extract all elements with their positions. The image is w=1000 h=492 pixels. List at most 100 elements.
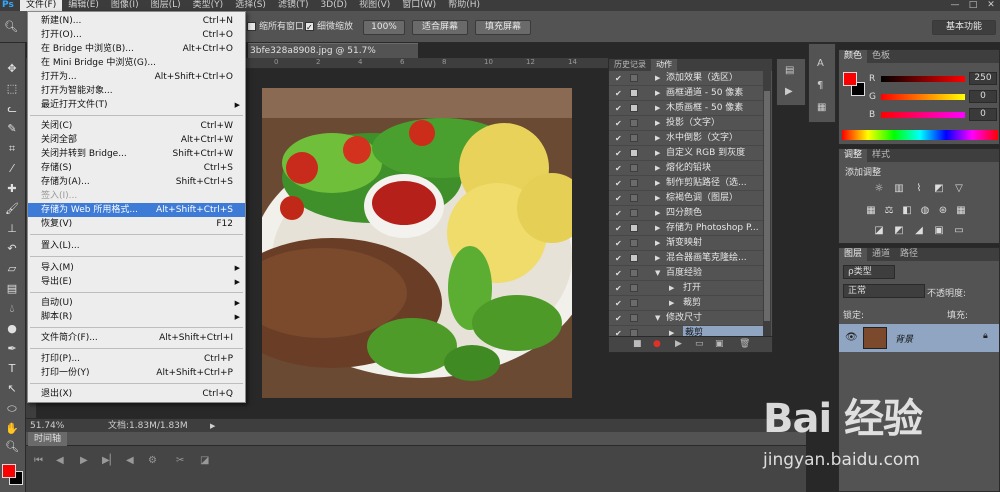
timeline-tab[interactable]: 时间轴 <box>28 432 68 446</box>
menu-item-browse-bridge[interactable]: 在 Bridge 中浏览(B)... Alt+Ctrl+O <box>28 42 245 56</box>
actions-scroll-thumb[interactable] <box>764 91 770 321</box>
blue-slider[interactable] <box>881 112 965 118</box>
menu-item-place[interactable]: 置入(L)... <box>28 239 245 253</box>
first-frame-icon[interactable]: ⏮ <box>34 455 43 466</box>
canvas-image[interactable] <box>262 88 572 398</box>
menu-3d[interactable]: 3D(D) <box>314 0 353 11</box>
settings-gear-icon[interactable]: ⚙ <box>148 455 157 466</box>
move-tool-icon[interactable]: ✥ <box>4 61 20 77</box>
color-balance-icon[interactable]: ⚖ <box>883 205 895 217</box>
eraser-tool-icon[interactable]: ▱ <box>4 261 20 277</box>
menu-layer[interactable]: 图层(L) <box>145 0 187 11</box>
menu-item-scripts[interactable]: 脚本(R) ▶ <box>28 310 245 324</box>
crop-tool-icon[interactable]: ⌗ <box>4 141 20 157</box>
photo-filter-icon[interactable]: ◍ <box>919 205 931 217</box>
new-set-icon[interactable]: ▭ <box>695 339 704 349</box>
menu-item-new[interactable]: 新建(N)... Ctrl+N <box>28 14 245 28</box>
fill-screen-button[interactable]: 填充屏幕 <box>475 20 531 35</box>
red-value-input[interactable]: 250 <box>969 72 997 85</box>
tab-layers[interactable]: 图层 <box>839 248 868 261</box>
tab-color[interactable]: 颜色 <box>839 50 868 63</box>
action-row[interactable]: ✔ ▼ 修改尺寸 <box>609 311 764 326</box>
gradient-map-icon[interactable]: ▭ <box>953 225 965 237</box>
action-row[interactable]: ✔ ▶ 渐变映射 <box>609 236 764 251</box>
character-panel-icon[interactable]: A <box>817 58 824 69</box>
menu-window[interactable]: 窗口(W) <box>396 0 442 11</box>
action-row[interactable]: ✔ ▶ 棕褐色调（图层） <box>609 191 764 206</box>
green-value-input[interactable]: 0 <box>969 90 997 103</box>
transition-icon[interactable]: ◪ <box>200 455 209 466</box>
selective-color-icon[interactable]: ▣ <box>933 225 945 237</box>
menu-item-import[interactable]: 导入(M) ▶ <box>28 261 245 275</box>
tab-actions[interactable]: 动作 <box>651 59 677 71</box>
actions-panel-icon[interactable]: ▶ <box>785 86 793 97</box>
healing-brush-tool-icon[interactable]: ✚ <box>4 181 20 197</box>
action-row[interactable]: ✔ ▶ 水中倒影（文字） <box>609 131 764 146</box>
menu-item-print-one-copy[interactable]: 打印一份(Y) Alt+Shift+Ctrl+P <box>28 366 245 380</box>
menu-view[interactable]: 视图(V) <box>353 0 396 11</box>
resize-all-windows-option[interactable]: 缩所有窗口 <box>247 21 304 34</box>
history-brush-tool-icon[interactable]: ↶ <box>4 241 20 257</box>
tab-paths[interactable]: 路径 <box>895 248 923 261</box>
action-row[interactable]: ✔ ▶ 画框通道 - 50 像素 <box>609 86 764 101</box>
menu-item-open[interactable]: 打开(O)... Ctrl+O <box>28 28 245 42</box>
dodge-tool-icon[interactable]: ● <box>4 321 20 337</box>
menu-item-exit[interactable]: 退出(X) Ctrl+Q <box>28 387 245 401</box>
menu-item-recent-files[interactable]: 最近打开文件(T) ▶ <box>28 98 245 112</box>
invert-icon[interactable]: ◪ <box>873 225 885 237</box>
lasso-tool-icon[interactable]: ᓚ <box>4 101 20 117</box>
curves-icon[interactable]: ⌇ <box>913 183 925 195</box>
hand-tool-icon[interactable]: ✋ <box>4 421 20 437</box>
tab-history[interactable]: 历史记录 <box>609 59 651 71</box>
action-row[interactable]: ✔ ▶ 存储为 Photoshop P... <box>609 221 764 236</box>
layer-row-background[interactable]: 👁︎ 背景 🔒︎ <box>839 324 999 352</box>
prev-frame-icon[interactable]: ◀ <box>56 455 64 466</box>
color-spectrum-ramp[interactable] <box>842 130 998 140</box>
zoom-tool-icon[interactable]: 🔍︎ <box>3 19 19 35</box>
quick-select-tool-icon[interactable]: ✎ <box>4 121 20 137</box>
vibrance-icon[interactable]: ▽ <box>953 183 965 195</box>
menu-item-save-as[interactable]: 存储为(A)... Shift+Ctrl+S <box>28 175 245 189</box>
zoom-level[interactable]: 51.74% <box>30 419 64 433</box>
menu-item-file-info[interactable]: 文件简介(F)... Alt+Shift+Ctrl+I <box>28 331 245 345</box>
minimize-button[interactable]: — <box>946 0 964 11</box>
close-window-button[interactable]: ✕ <box>982 0 1000 11</box>
split-scissors-icon[interactable]: ✂ <box>176 455 184 466</box>
tab-adjustments[interactable]: 调整 <box>839 149 868 162</box>
next-frame-icon[interactable]: ▶︎▏ <box>102 455 117 466</box>
action-step-row[interactable]: ✔ ▶ 裁剪 <box>609 296 764 311</box>
menu-type[interactable]: 类型(Y) <box>187 0 230 11</box>
channel-mixer-icon[interactable]: ⊛ <box>937 205 949 217</box>
red-slider[interactable] <box>881 76 965 82</box>
menu-item-automate[interactable]: 自动(U) ▶ <box>28 296 245 310</box>
brush-tool-icon[interactable]: 🖌︎ <box>4 201 20 217</box>
action-set-row[interactable]: ✔ ▼ 百度经验 <box>609 266 764 281</box>
action-step-row[interactable]: ✔ ▶ 打开 <box>609 281 764 296</box>
brightness-icon[interactable]: ☼ <box>873 183 885 195</box>
menu-item-browse-mini-bridge[interactable]: 在 Mini Bridge 中浏览(G)... <box>28 56 245 70</box>
menu-item-open-smart-object[interactable]: 打开为智能对象... <box>28 84 245 98</box>
play-icon[interactable]: ▶ <box>80 455 88 466</box>
exposure-icon[interactable]: ◩ <box>933 183 945 195</box>
color-foreground-swatch[interactable] <box>843 72 857 86</box>
action-row[interactable]: ✔ ▶ 熔化的铅块 <box>609 161 764 176</box>
menu-item-close-go-bridge[interactable]: 关闭并转到 Bridge... Shift+Ctrl+W <box>28 147 245 161</box>
color-lookup-icon[interactable]: ▦ <box>955 205 967 217</box>
shape-tool-icon[interactable]: ⬭ <box>4 401 20 417</box>
zoom-100-button[interactable]: 100% <box>363 20 405 35</box>
action-row[interactable]: ✔ ▶ 投影（文字） <box>609 116 764 131</box>
tab-channels[interactable]: 通道 <box>867 248 895 261</box>
pen-tool-icon[interactable]: ✒ <box>4 341 20 357</box>
tab-styles[interactable]: 样式 <box>867 149 895 162</box>
play-icon[interactable]: ▶ <box>675 339 682 349</box>
action-row[interactable]: ✔ ▶ 添加效果（选区） <box>609 71 764 86</box>
blue-value-input[interactable]: 0 <box>969 108 997 121</box>
tab-swatches[interactable]: 色板 <box>867 50 895 63</box>
menu-item-print[interactable]: 打印(P)... Ctrl+P <box>28 352 245 366</box>
menu-filter[interactable]: 滤镜(T) <box>272 0 315 11</box>
menu-item-close[interactable]: 关闭(C) Ctrl+W <box>28 119 245 133</box>
black-white-icon[interactable]: ◧ <box>901 205 913 217</box>
scrubby-zoom-option[interactable]: 细微缩放 <box>305 21 353 34</box>
type-tool-icon[interactable]: T <box>4 361 20 377</box>
action-row[interactable]: ✔ ▶ 混合器画笔克隆绘... <box>609 251 764 266</box>
